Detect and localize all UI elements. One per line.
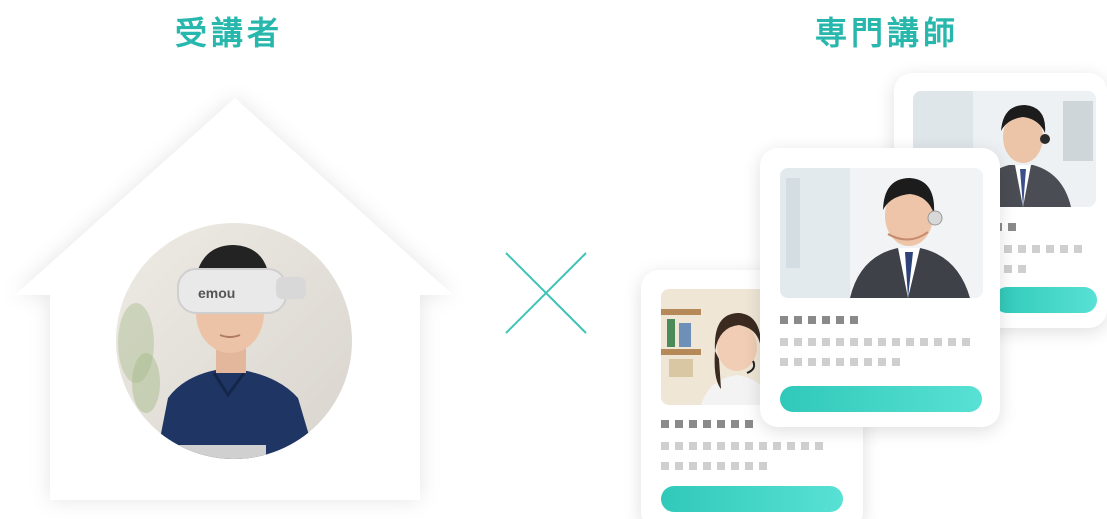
headset-brand: emou	[198, 285, 235, 301]
instructor-heading: 専門講師	[815, 14, 960, 52]
card-button-placeholder	[994, 287, 1097, 313]
placeholder-text	[1004, 265, 1026, 273]
placeholder-text	[661, 442, 823, 450]
placeholder-text-dark	[661, 420, 753, 428]
placeholder-text	[780, 338, 970, 346]
learner-heading: 受講者	[175, 14, 284, 52]
multiplication-cross-icon	[505, 252, 587, 334]
placeholder-text-dark	[780, 316, 858, 324]
card-button-placeholder	[661, 486, 843, 512]
stage: 受講者 専門講師 emou	[0, 0, 1107, 519]
placeholder-text	[661, 462, 767, 470]
instructor-photo-2	[780, 168, 983, 298]
placeholder-text	[780, 358, 900, 366]
learner-photo: emou	[116, 223, 352, 459]
placeholder-text	[1004, 245, 1082, 253]
card-button-placeholder	[780, 386, 982, 412]
instructor-card-2	[760, 148, 1000, 427]
